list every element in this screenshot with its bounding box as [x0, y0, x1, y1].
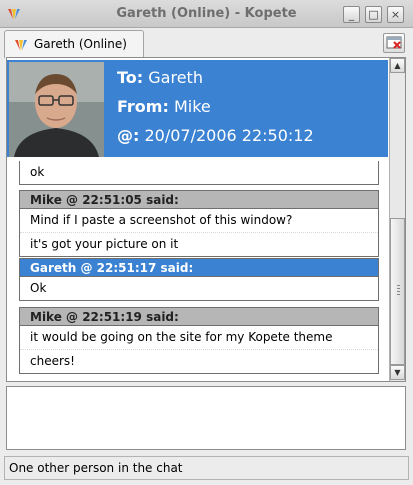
minimize-button[interactable]: _	[343, 6, 360, 23]
grip-mark	[397, 288, 400, 289]
minimize-icon: _	[348, 8, 355, 21]
message-block: Mike @ 22:51:19 said: it would be going …	[19, 307, 379, 374]
to-label: To:	[117, 68, 144, 87]
tab-gareth[interactable]: Gareth (Online)	[4, 30, 144, 58]
contact-photo	[9, 62, 104, 157]
close-tab-button[interactable]	[383, 33, 405, 53]
scroll-up-button[interactable]: ▲	[390, 58, 405, 73]
message-line: it would be going on the site for my Kop…	[20, 326, 378, 350]
chat-header: To: Gareth From: Mike @: 20/07/2006 22:5…	[7, 60, 388, 157]
scrollbar-thumb[interactable]	[390, 218, 405, 365]
grip-mark	[397, 291, 400, 292]
kopete-chat-window: Gareth (Online) - Kopete _ □ × Gareth (O…	[0, 0, 413, 485]
timestamp-line: @: 20/07/2006 22:50:12	[117, 126, 314, 145]
message-header-mike: Mike @ 22:51:05 said:	[20, 191, 378, 209]
arrow-down-icon: ▼	[394, 368, 401, 377]
grip-mark	[397, 294, 400, 295]
at-value: 20/07/2006 22:50:12	[144, 126, 314, 145]
message-line: Ok	[20, 277, 378, 300]
grip-mark	[397, 285, 400, 286]
chat-scrollbar[interactable]: ▲ ▼	[389, 58, 405, 381]
to-value: Gareth	[148, 68, 203, 87]
message-line: it's got your picture on it	[20, 233, 378, 256]
from-value: Mike	[173, 97, 211, 116]
kopete-contact-icon	[15, 40, 27, 51]
close-window-button[interactable]: ×	[387, 6, 404, 23]
status-bar: One other person in the chat	[4, 456, 409, 480]
to-line: To: Gareth	[117, 68, 203, 87]
tab-label: Gareth (Online)	[34, 37, 127, 51]
close-icon: ×	[390, 8, 401, 21]
message-line: Mind if I paste a screenshot of this win…	[20, 209, 378, 233]
message-block: Gareth @ 22:51:17 said: Ok	[19, 258, 379, 301]
message-line: cheers!	[20, 350, 378, 373]
title-bar[interactable]: Gareth (Online) - Kopete _ □ ×	[0, 0, 413, 28]
from-line: From: Mike	[117, 97, 211, 116]
message-input[interactable]	[6, 386, 406, 450]
message-header-mike: Mike @ 22:51:19 said:	[20, 308, 378, 326]
message-header-gareth: Gareth @ 22:51:17 said:	[20, 259, 378, 277]
at-label: @:	[117, 126, 140, 145]
message-block: ok	[19, 161, 379, 185]
contact-photo-image	[9, 62, 104, 157]
maximize-icon: □	[368, 8, 379, 21]
maximize-button[interactable]: □	[365, 6, 382, 23]
from-label: From:	[117, 97, 169, 116]
scroll-down-button[interactable]: ▼	[390, 365, 405, 380]
arrow-up-icon: ▲	[394, 61, 401, 70]
close-tab-icon	[386, 36, 402, 49]
status-text: One other person in the chat	[9, 461, 183, 475]
chat-message-view[interactable]: To: Gareth From: Mike @: 20/07/2006 22:5…	[6, 57, 406, 382]
message-line: ok	[20, 161, 378, 184]
message-block: Mike @ 22:51:05 said: Mind if I paste a …	[19, 190, 379, 257]
tab-bar: Gareth (Online)	[0, 28, 413, 58]
